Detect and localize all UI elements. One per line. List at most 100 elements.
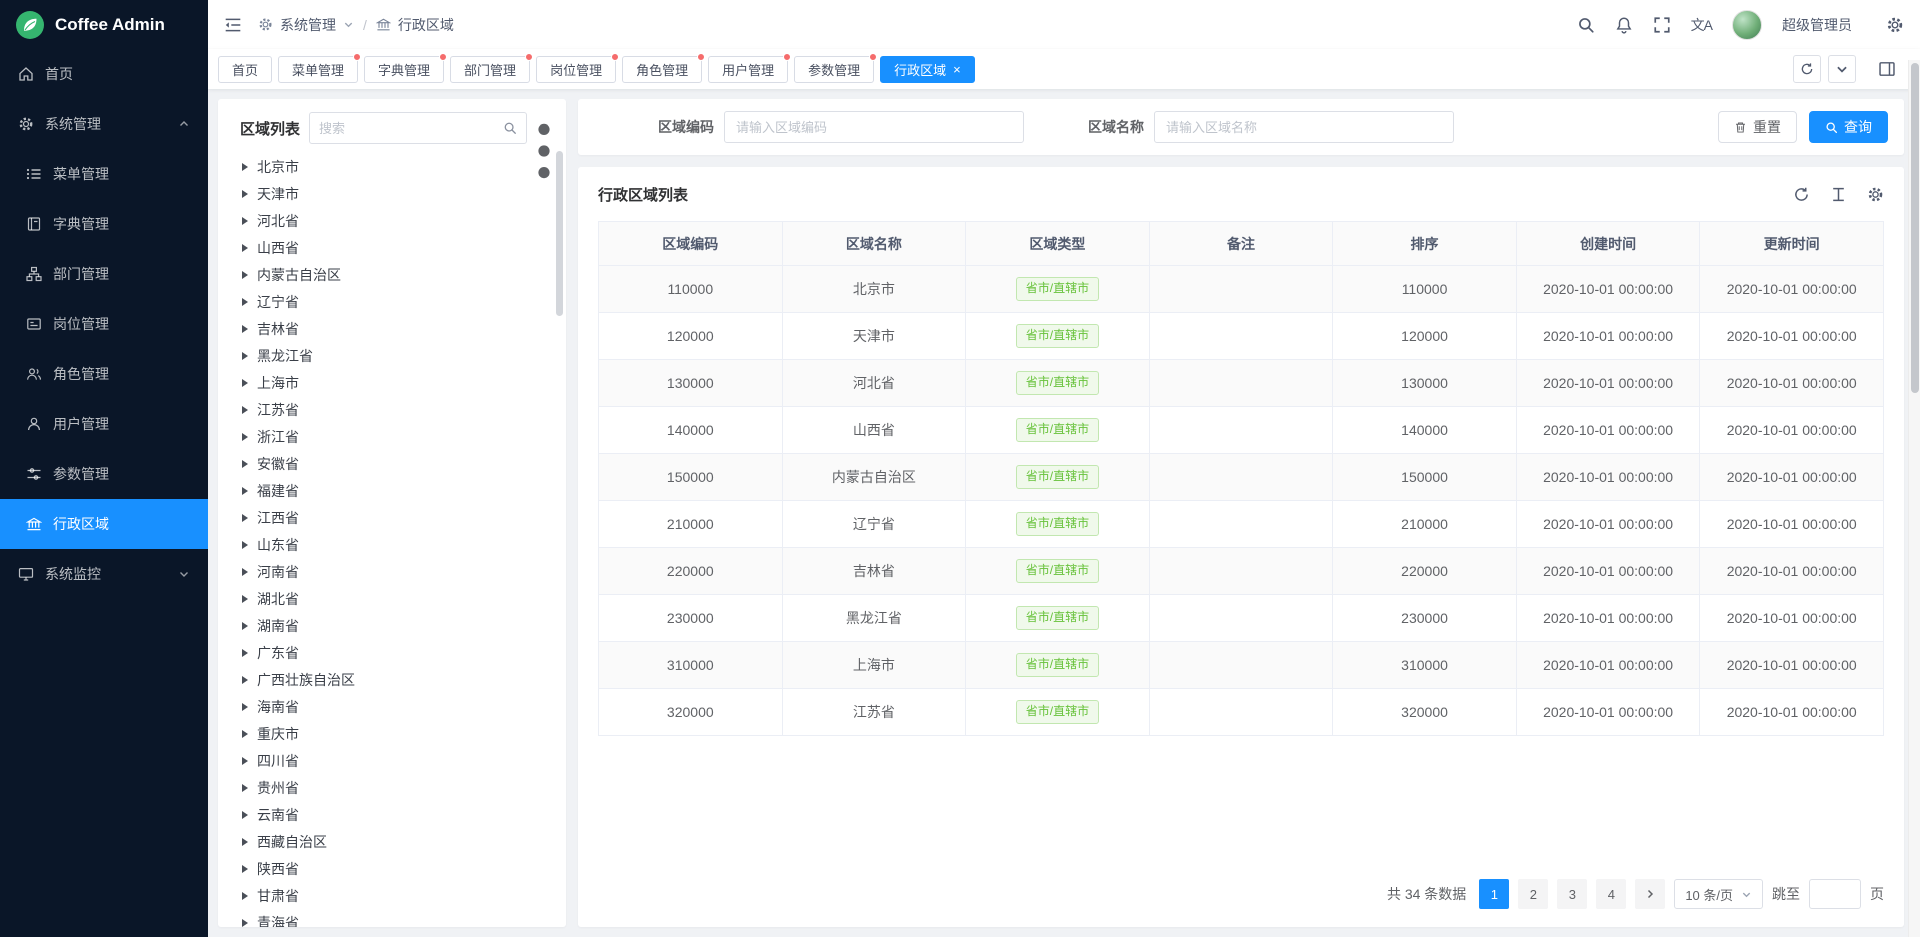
sidebar-item-region[interactable]: 行政区域: [0, 499, 208, 549]
column-header[interactable]: 备注: [1149, 222, 1333, 266]
tree-item[interactable]: 广东省: [232, 639, 552, 666]
refresh-tabs-button[interactable]: [1793, 55, 1821, 83]
tree-item[interactable]: 浙江省: [232, 423, 552, 450]
tree-item[interactable]: 北京市: [232, 153, 552, 180]
tree-item[interactable]: 福建省: [232, 477, 552, 504]
tab-actions-dropdown[interactable]: [1828, 55, 1856, 83]
caret-right-icon[interactable]: [242, 649, 248, 657]
tree-item[interactable]: 陕西省: [232, 855, 552, 882]
column-header[interactable]: 区域名称: [782, 222, 966, 266]
caret-right-icon[interactable]: [242, 568, 248, 576]
tree-item[interactable]: 辽宁省: [232, 288, 552, 315]
next-page-button[interactable]: [1635, 879, 1665, 909]
tree-item[interactable]: 上海市: [232, 369, 552, 396]
tree-search-input[interactable]: [319, 121, 503, 136]
sidebar-item-home[interactable]: 首页: [0, 49, 208, 99]
sidebar-item-role-mgmt[interactable]: 角色管理: [0, 349, 208, 399]
caret-right-icon[interactable]: [242, 865, 248, 873]
table-row[interactable]: 210000 辽宁省 省市/直辖市 210000 2020-10-01 00:0…: [599, 501, 1884, 548]
search-button[interactable]: 查询: [1809, 111, 1888, 143]
region-code-input[interactable]: [724, 111, 1024, 143]
tab-param-mgmt[interactable]: 参数管理: [794, 56, 874, 83]
translate-icon[interactable]: 文A: [1691, 15, 1712, 35]
page-button-2[interactable]: 2: [1518, 879, 1548, 909]
jump-page-input[interactable]: [1809, 879, 1861, 909]
column-header[interactable]: 区域编码: [599, 222, 783, 266]
caret-right-icon[interactable]: [242, 784, 248, 792]
column-header[interactable]: 更新时间: [1700, 222, 1884, 266]
sidebar-item-dict-mgmt[interactable]: 字典管理: [0, 199, 208, 249]
tree-item[interactable]: 江苏省: [232, 396, 552, 423]
column-header[interactable]: 创建时间: [1516, 222, 1700, 266]
caret-right-icon[interactable]: [242, 298, 248, 306]
table-row[interactable]: 320000 江苏省 省市/直辖市 320000 2020-10-01 00:0…: [599, 689, 1884, 736]
density-icon[interactable]: [1830, 186, 1847, 203]
caret-right-icon[interactable]: [242, 811, 248, 819]
sidebar-item-menu-mgmt[interactable]: 菜单管理: [0, 149, 208, 199]
caret-right-icon[interactable]: [242, 271, 248, 279]
table-row[interactable]: 120000 天津市 省市/直辖市 120000 2020-10-01 00:0…: [599, 313, 1884, 360]
table-row[interactable]: 150000 内蒙古自治区 省市/直辖市 150000 2020-10-01 0…: [599, 454, 1884, 501]
caret-right-icon[interactable]: [242, 541, 248, 549]
sidebar-item-param-mgmt[interactable]: 参数管理: [0, 449, 208, 499]
tree-item[interactable]: 广西壮族自治区: [232, 666, 552, 693]
caret-right-icon[interactable]: [242, 379, 248, 387]
tree-item[interactable]: 海南省: [232, 693, 552, 720]
caret-right-icon[interactable]: [242, 919, 248, 927]
caret-right-icon[interactable]: [242, 190, 248, 198]
column-header[interactable]: 排序: [1333, 222, 1517, 266]
page-button-3[interactable]: 3: [1557, 879, 1587, 909]
tree-item[interactable]: 江西省: [232, 504, 552, 531]
tree-item[interactable]: 四川省: [232, 747, 552, 774]
caret-right-icon[interactable]: [242, 703, 248, 711]
tab-dept-mgmt[interactable]: 部门管理: [450, 56, 530, 83]
sidebar-item-post-mgmt[interactable]: 岗位管理: [0, 299, 208, 349]
tab-region[interactable]: 行政区域 ×: [880, 56, 975, 83]
page-size-select[interactable]: 10 条/页: [1674, 879, 1763, 909]
caret-right-icon[interactable]: [242, 433, 248, 441]
tree-item[interactable]: 山东省: [232, 531, 552, 558]
table-row[interactable]: 230000 黑龙江省 省市/直辖市 230000 2020-10-01 00:…: [599, 595, 1884, 642]
page-button-4[interactable]: 4: [1596, 879, 1626, 909]
tree-item[interactable]: 青海省: [232, 909, 552, 927]
column-settings-icon[interactable]: [1867, 186, 1884, 203]
caret-right-icon[interactable]: [242, 514, 248, 522]
tree-item[interactable]: 云南省: [232, 801, 552, 828]
scrollbar-thumb[interactable]: [1911, 63, 1919, 393]
table-row[interactable]: 220000 吉林省 省市/直辖市 220000 2020-10-01 00:0…: [599, 548, 1884, 595]
caret-right-icon[interactable]: [242, 244, 248, 252]
more-options-icon[interactable]: [536, 119, 552, 137]
sidebar-group-system[interactable]: 系统管理: [0, 99, 208, 149]
caret-right-icon[interactable]: [242, 757, 248, 765]
close-icon[interactable]: ×: [953, 63, 961, 76]
table-row[interactable]: 130000 河北省 省市/直辖市 130000 2020-10-01 00:0…: [599, 360, 1884, 407]
refresh-icon[interactable]: [1793, 186, 1810, 203]
caret-right-icon[interactable]: [242, 460, 248, 468]
user-name[interactable]: 超级管理员: [1782, 15, 1852, 35]
tree-item[interactable]: 吉林省: [232, 315, 552, 342]
tree-item[interactable]: 重庆市: [232, 720, 552, 747]
caret-right-icon[interactable]: [242, 406, 248, 414]
tab-dict-mgmt[interactable]: 字典管理: [364, 56, 444, 83]
tree-item[interactable]: 天津市: [232, 180, 552, 207]
table-row[interactable]: 310000 上海市 省市/直辖市 310000 2020-10-01 00:0…: [599, 642, 1884, 689]
tab-post-mgmt[interactable]: 岗位管理: [536, 56, 616, 83]
caret-right-icon[interactable]: [242, 163, 248, 171]
caret-right-icon[interactable]: [242, 730, 248, 738]
caret-right-icon[interactable]: [242, 838, 248, 846]
region-name-input[interactable]: [1154, 111, 1454, 143]
sidebar-group-monitor[interactable]: 系统监控: [0, 549, 208, 599]
page-scrollbar[interactable]: [1908, 60, 1920, 937]
tree-scrollbar[interactable]: [556, 151, 563, 316]
collapse-sidebar-icon[interactable]: [224, 16, 242, 34]
tree-item[interactable]: 甘肃省: [232, 882, 552, 909]
tree-item[interactable]: 贵州省: [232, 774, 552, 801]
caret-right-icon[interactable]: [242, 325, 248, 333]
table-row[interactable]: 140000 山西省 省市/直辖市 140000 2020-10-01 00:0…: [599, 407, 1884, 454]
tree-item[interactable]: 山西省: [232, 234, 552, 261]
app-logo[interactable]: Coffee Admin: [0, 0, 208, 49]
tree-item[interactable]: 安徽省: [232, 450, 552, 477]
tree-item[interactable]: 内蒙古自治区: [232, 261, 552, 288]
sidebar-item-dept-mgmt[interactable]: 部门管理: [0, 249, 208, 299]
tree-item[interactable]: 西藏自治区: [232, 828, 552, 855]
